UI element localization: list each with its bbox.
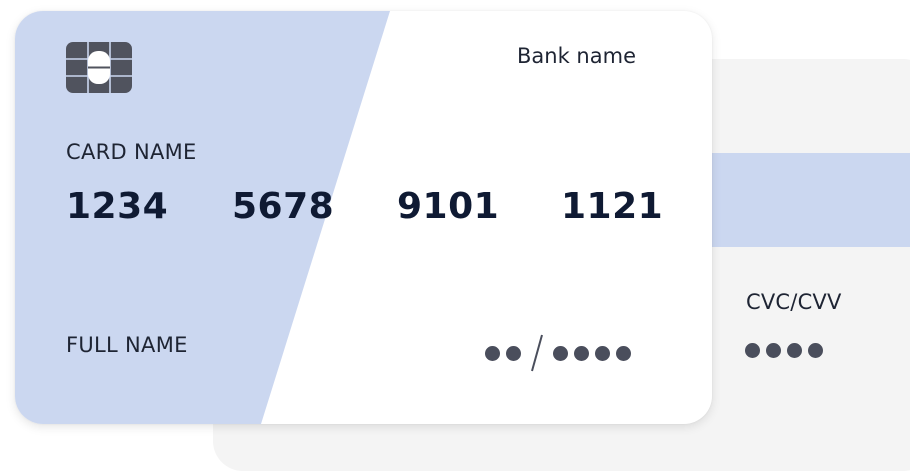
slash-icon [531,334,543,372]
card-number-group-1: 1234 [66,186,169,227]
full-name-label: FULL NAME [66,333,188,357]
expiry-month-dots [485,345,521,361]
masked-dot [595,345,610,361]
card-number-group-2: 5678 [232,186,335,227]
masked-dot [787,343,802,358]
chip-icon [66,42,132,93]
card-illustration: CVC/CVV Bank name CARD NAME 1234 5678 91… [0,0,910,473]
card-number-group-4: 1121 [561,186,664,227]
cvc-label: CVC/CVV [746,290,842,314]
masked-dot [808,343,823,358]
cvc-dots [745,343,823,358]
masked-dot [616,345,631,361]
masked-dot [766,343,781,358]
expiry-year-dots [553,345,631,361]
masked-dot [745,343,760,358]
card-front: Bank name CARD NAME 1234 5678 9101 1121 … [15,11,712,424]
masked-dot [506,345,521,361]
masked-dot [574,345,589,361]
card-name-label: CARD NAME [66,140,197,164]
masked-dot [553,345,568,361]
expiry-date [485,333,631,373]
card-number-group-3: 9101 [397,186,500,227]
bank-name: Bank name [517,44,636,68]
masked-dot [485,345,500,361]
